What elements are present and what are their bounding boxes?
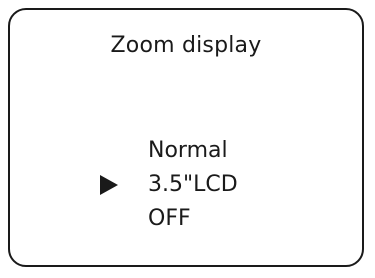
display-screen: Zoom display Normal 3.5"LCD OFF bbox=[8, 8, 364, 267]
menu-option-3-5-lcd[interactable]: 3.5"LCD bbox=[100, 168, 238, 202]
triangle-right-icon bbox=[100, 175, 118, 195]
menu-option-label: Normal bbox=[148, 138, 228, 163]
menu-option-label: 3.5"LCD bbox=[148, 172, 238, 197]
zoom-display-menu: Normal 3.5"LCD OFF bbox=[100, 134, 238, 236]
screen-title: Zoom display bbox=[110, 33, 262, 58]
menu-option-normal[interactable]: Normal bbox=[148, 134, 238, 168]
menu-option-label: OFF bbox=[148, 206, 191, 231]
menu-option-off[interactable]: OFF bbox=[148, 202, 238, 236]
